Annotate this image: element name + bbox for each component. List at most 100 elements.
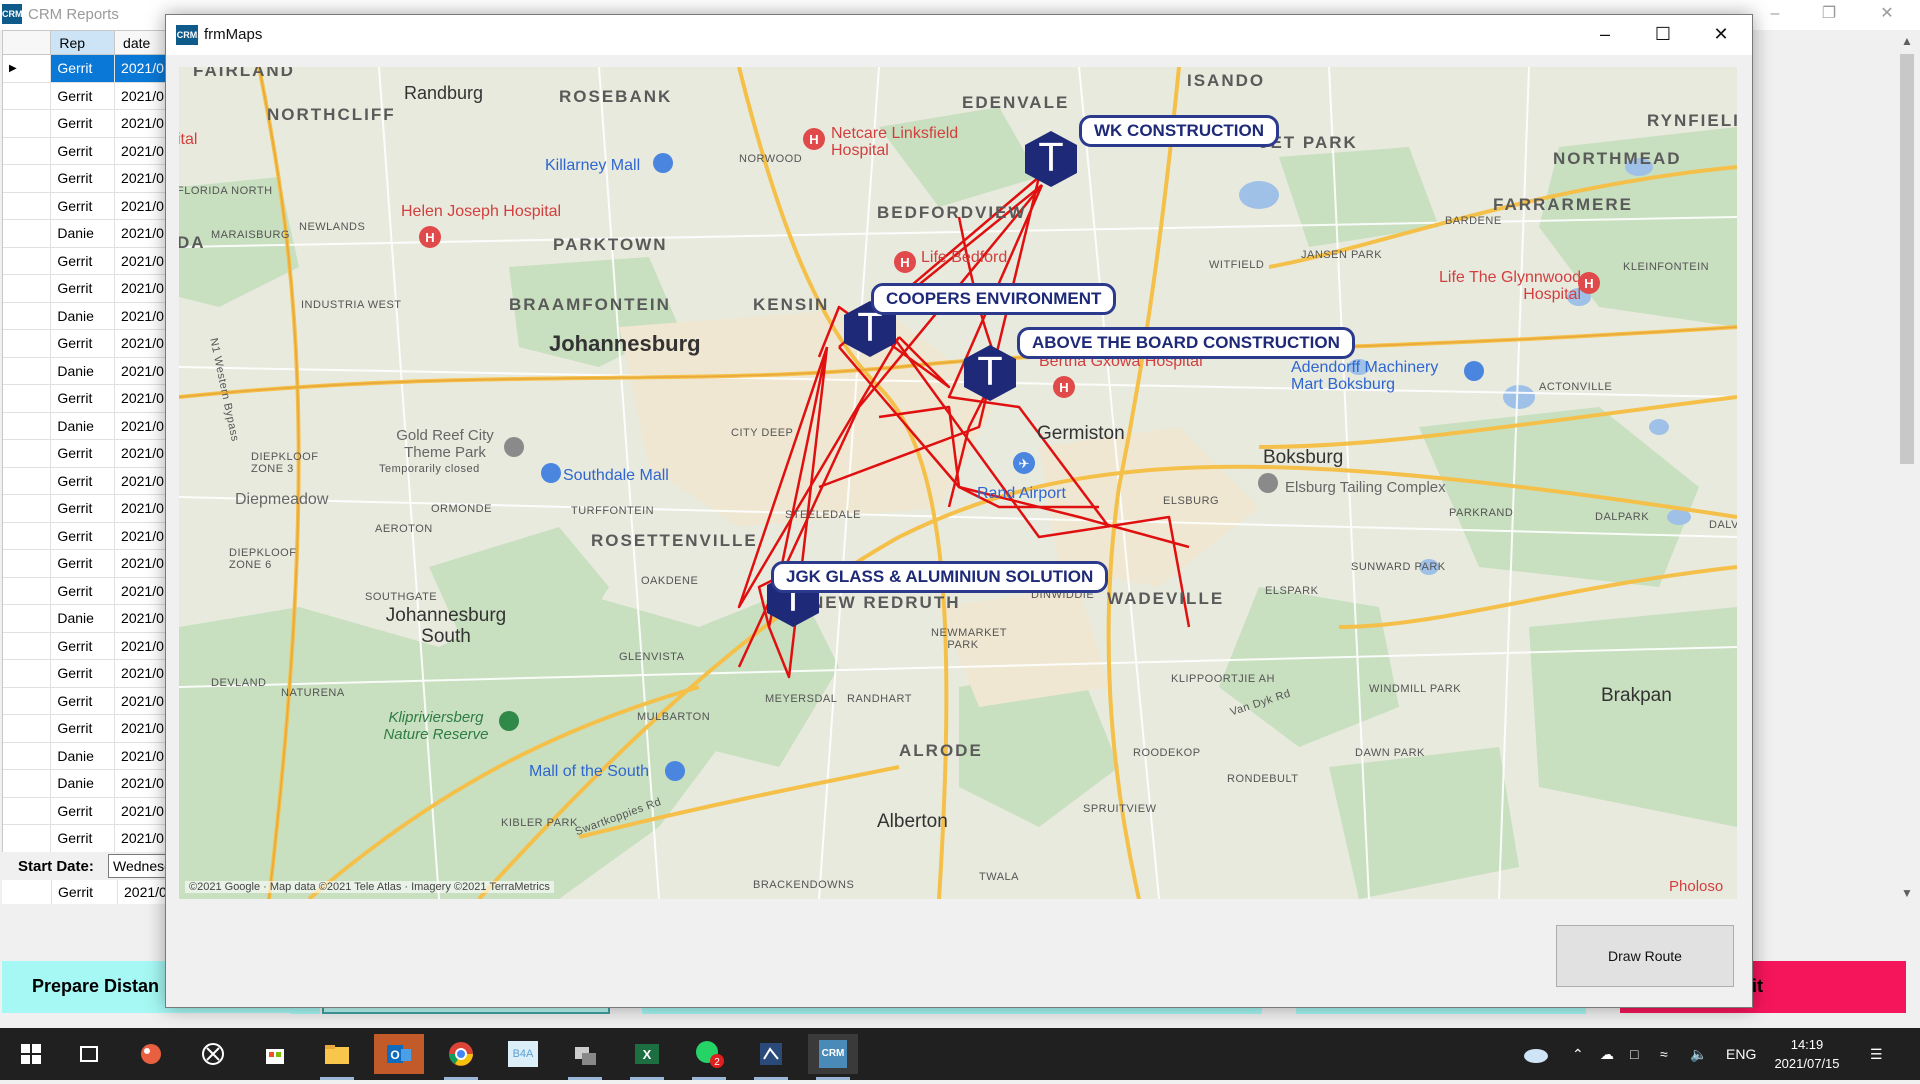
- row-header-cell[interactable]: [3, 330, 52, 358]
- outlook-icon[interactable]: O: [374, 1034, 424, 1074]
- table-row[interactable]: Gerrit 2021/0: [3, 522, 167, 550]
- table-row[interactable]: Gerrit 2021/0: [3, 660, 167, 688]
- table-row[interactable]: Gerrit 2021/0: [3, 247, 167, 275]
- row-header-cell[interactable]: [3, 467, 52, 495]
- rep-cell[interactable]: Danie: [51, 220, 116, 248]
- table-row[interactable]: Gerrit 2021/0: [3, 577, 167, 605]
- callout-wk-construction[interactable]: WK CONSTRUCTION: [1079, 115, 1279, 147]
- reports-grid[interactable]: Rep date ▶ Gerrit 2021/0 Gerrit 2021/0 Gerrit…: [2, 30, 168, 904]
- table-row[interactable]: Danie 2021/0: [3, 412, 167, 440]
- table-row[interactable]: Gerrit 2021/0: [3, 275, 167, 303]
- rep-cell[interactable]: Gerrit: [51, 247, 116, 275]
- b4a-icon[interactable]: B4A: [498, 1034, 548, 1074]
- row-header-cell[interactable]: [3, 632, 52, 660]
- rep-cell[interactable]: Gerrit: [51, 632, 116, 660]
- rep-cell[interactable]: Gerrit: [51, 165, 116, 193]
- rep-cell[interactable]: Danie: [51, 605, 116, 633]
- connection-tool-icon[interactable]: [560, 1034, 610, 1080]
- rep-cell[interactable]: Gerrit: [51, 715, 116, 743]
- chevron-up-icon[interactable]: ⌃: [1572, 1028, 1584, 1080]
- date-cell[interactable]: 2021/0: [115, 660, 167, 688]
- rep-cell[interactable]: Gerrit: [51, 797, 116, 825]
- task-view-icon[interactable]: [64, 1034, 114, 1074]
- row-header-cell[interactable]: [3, 412, 52, 440]
- row-header-cell[interactable]: [3, 495, 52, 523]
- table-row[interactable]: Danie 2021/0: [3, 605, 167, 633]
- table-row[interactable]: Danie 2021/0: [3, 357, 167, 385]
- date-cell[interactable]: 2021/0: [115, 633, 167, 660]
- rep-cell[interactable]: Gerrit: [51, 550, 116, 578]
- table-row[interactable]: Gerrit 2021/0: [3, 467, 167, 495]
- table-row[interactable]: Gerrit 2021/0: [3, 797, 167, 825]
- date-cell[interactable]: 2021/0: [115, 495, 167, 523]
- start-date-picker[interactable]: Wednesd: [108, 854, 172, 878]
- minimize-icon[interactable]: –: [1576, 15, 1634, 55]
- table-row[interactable]: Gerrit 2021/0: [3, 825, 167, 853]
- map-view[interactable]: FAIRLAND Randburg ROSEBANK EDENVALE ISAN…: [179, 67, 1737, 899]
- excel-icon[interactable]: X: [622, 1034, 672, 1080]
- table-row[interactable]: Gerrit 2021/0: [3, 330, 167, 358]
- date-cell[interactable]: 2021/0: [115, 110, 167, 138]
- date-cell[interactable]: 2021/0: [115, 193, 167, 220]
- date-cell[interactable]: 2021/0: [115, 798, 167, 825]
- table-row[interactable]: Gerrit 2021/0: [3, 110, 167, 138]
- row-header-cell[interactable]: [3, 550, 52, 578]
- row-selector-arrow-icon[interactable]: ▶: [3, 55, 52, 83]
- table-row[interactable]: Gerrit 2021/0: [3, 495, 167, 523]
- scroll-thumb[interactable]: [1900, 54, 1914, 464]
- onedrive-icon[interactable]: [1522, 1028, 1550, 1080]
- date-cell[interactable]: 2021/0: [115, 468, 167, 495]
- date-cell[interactable]: 2021/0: [115, 385, 167, 413]
- site-marker-icon[interactable]: T: [1021, 129, 1081, 189]
- rep-cell[interactable]: Gerrit: [51, 687, 116, 715]
- rep-cell[interactable]: Gerrit: [51, 192, 116, 220]
- date-cell[interactable]: 2021/0: [115, 550, 167, 578]
- store-icon[interactable]: [250, 1034, 300, 1074]
- database-tool-icon[interactable]: [746, 1034, 796, 1080]
- row-header-cell[interactable]: [3, 165, 52, 193]
- chrome-icon[interactable]: [436, 1034, 486, 1080]
- rep-cell[interactable]: Gerrit: [51, 82, 116, 110]
- draw-route-button[interactable]: Draw Route: [1556, 925, 1734, 987]
- row-header-cell[interactable]: [3, 440, 52, 468]
- table-row[interactable]: Gerrit 2021/0: [3, 192, 167, 220]
- table-row[interactable]: Gerrit 2021/0: [3, 715, 167, 743]
- row-header-cell[interactable]: [3, 605, 52, 633]
- row-header-cell[interactable]: [3, 577, 52, 605]
- callout-coopers-environment[interactable]: COOPERS ENVIRONMENT: [871, 283, 1117, 315]
- rep-cell[interactable]: Gerrit: [51, 385, 116, 413]
- row-header-cell[interactable]: [3, 715, 52, 743]
- row-header-cell[interactable]: [3, 742, 52, 770]
- rep-cell[interactable]: Danie: [51, 302, 116, 330]
- row-header-cell[interactable]: [3, 660, 52, 688]
- date-cell[interactable]: 2021/0: [115, 578, 167, 605]
- rep-cell[interactable]: Gerrit: [51, 467, 116, 495]
- table-row[interactable]: Gerrit 2021/0: [3, 632, 167, 660]
- row-header-cell[interactable]: [3, 770, 52, 798]
- date-cell[interactable]: 2021/0: [115, 248, 167, 275]
- row-header-cell[interactable]: [3, 275, 52, 303]
- date-cell[interactable]: 2021/0: [115, 440, 167, 468]
- date-cell[interactable]: 2021/0: [115, 743, 167, 770]
- maximize-icon[interactable]: ☐: [1634, 15, 1692, 55]
- table-row[interactable]: Gerrit 2021/0: [3, 385, 167, 413]
- row-header-cell[interactable]: [3, 82, 52, 110]
- rep-cell[interactable]: Gerrit: [51, 577, 116, 605]
- close-icon[interactable]: ✕: [1692, 15, 1750, 55]
- table-row[interactable]: Danie 2021/0: [3, 220, 167, 248]
- scroll-up-icon[interactable]: ▲: [1900, 34, 1914, 48]
- rep-cell[interactable]: Gerrit: [51, 440, 116, 468]
- table-row[interactable]: Gerrit 2021/0: [3, 137, 167, 165]
- rep-cell[interactable]: Gerrit: [51, 522, 116, 550]
- battery-icon[interactable]: □: [1630, 1028, 1638, 1080]
- row-header-cell[interactable]: [3, 247, 52, 275]
- minimize-icon[interactable]: –: [1752, 0, 1798, 30]
- table-row[interactable]: Danie 2021/0: [3, 302, 167, 330]
- table-row[interactable]: Gerrit 2021/0: [3, 550, 167, 578]
- rep-cell[interactable]: Gerrit: [51, 110, 116, 138]
- date-cell[interactable]: 2021/0: [115, 303, 167, 330]
- date-cell[interactable]: 2021/0: [115, 55, 167, 83]
- xbox-icon[interactable]: [188, 1034, 238, 1074]
- row-header-cell[interactable]: [3, 385, 52, 413]
- file-explorer-icon[interactable]: [312, 1034, 362, 1080]
